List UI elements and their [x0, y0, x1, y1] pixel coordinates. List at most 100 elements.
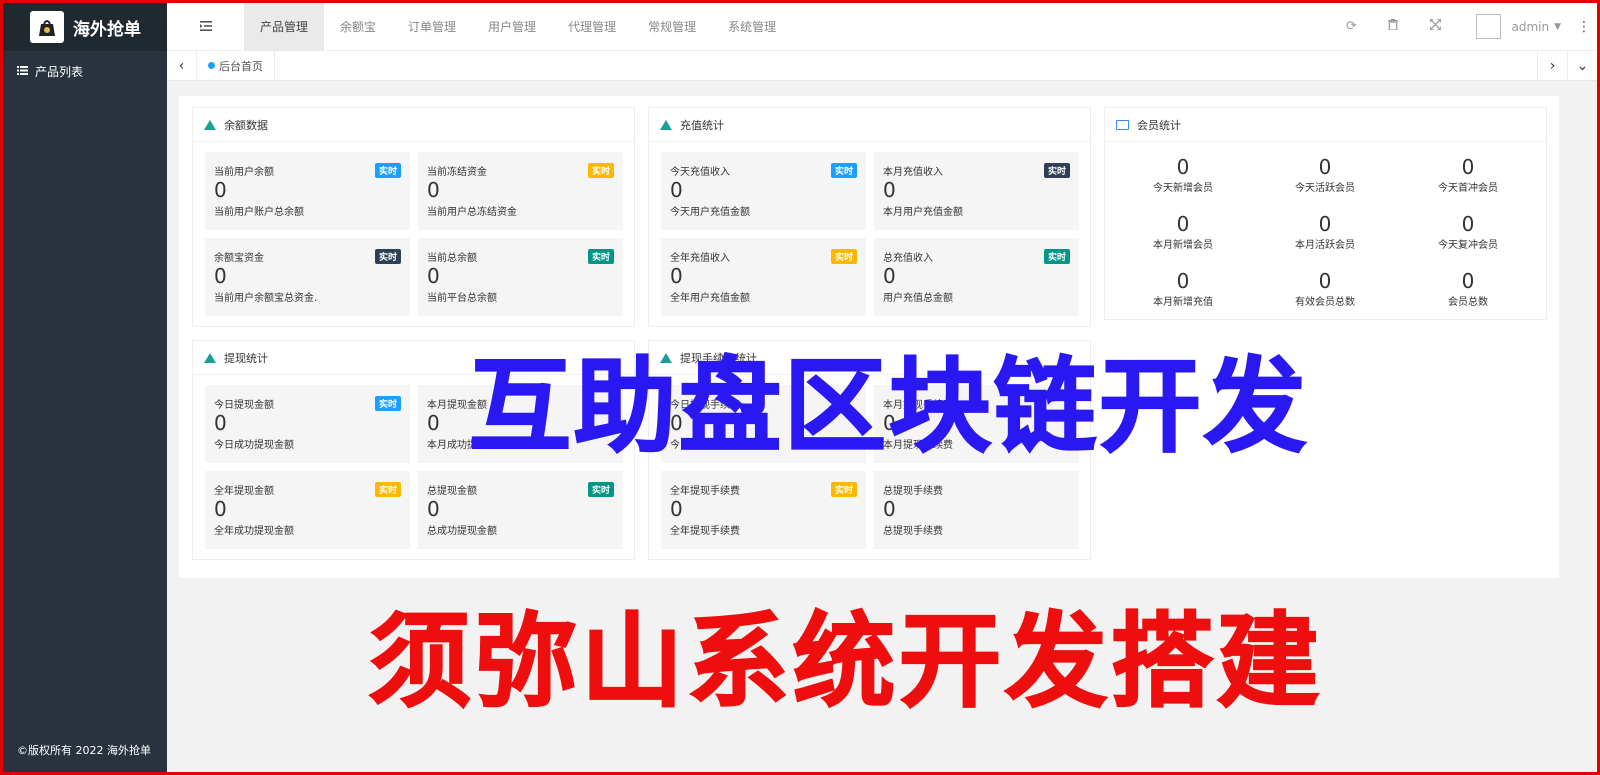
tab-scroll-right-icon[interactable]: › [1537, 50, 1567, 81]
member-stat: 0 本月新增充值 [1113, 270, 1253, 308]
card-title: 充值统计 [680, 118, 724, 132]
username[interactable]: admin [1511, 20, 1549, 34]
avatar[interactable] [1476, 14, 1502, 39]
stat-title: 本月充值收入 [883, 167, 943, 178]
nav-product[interactable]: 产品管理 [244, 2, 325, 51]
realtime-badge: 实时 [1043, 249, 1070, 264]
overlay-text-red: 须弥山系统开发搭建 [368, 603, 1323, 722]
stat-desc: 当前用户账户总余额 [214, 207, 304, 218]
member-value: 0 [1461, 269, 1475, 293]
stat-value: 0 [670, 264, 683, 288]
warning-icon [660, 119, 672, 130]
member-label: 本月新增充值 [1153, 297, 1213, 308]
member-stat: 0 今天新增会员 [1113, 156, 1253, 194]
warning-icon [204, 352, 216, 363]
stat-desc: 全年用户充值金额 [670, 293, 750, 304]
refresh-icon[interactable]: ⟳ [1330, 19, 1372, 34]
sidebar-item-product-list[interactable]: 产品列表 [3, 51, 167, 91]
realtime-badge: 实时 [374, 163, 401, 178]
member-value: 0 [1318, 155, 1332, 179]
stat-title: 全年提现手续费 [670, 486, 740, 497]
card-title: 余额数据 [224, 118, 268, 132]
header-tools: ⟳ admin ▼ ⋮ [1330, 3, 1597, 51]
member-stat: 0 本月活跃会员 [1255, 213, 1395, 251]
member-value: 0 [1318, 212, 1332, 236]
member-value: 0 [1318, 269, 1332, 293]
nav-agents[interactable]: 代理管理 [552, 3, 632, 51]
stat-value: 0 [214, 411, 227, 435]
active-dot-icon [208, 62, 215, 69]
member-label: 有效会员总数 [1295, 297, 1355, 308]
stat-title: 今天充值收入 [670, 167, 730, 178]
realtime-badge: 实时 [830, 163, 857, 178]
stat-desc: 总提现手续费 [883, 526, 943, 537]
stat-item: 实时 全年提现金额 0 全年成功提现金额 [205, 471, 410, 549]
stat-value: 0 [214, 264, 227, 288]
stat-item: 总提现手续费 0 总提现手续费 [874, 471, 1079, 549]
member-label: 今天复冲会员 [1438, 240, 1498, 251]
stat-item: 实时 总提现金额 0 总成功提现金额 [418, 471, 623, 549]
stat-title: 当前总余额 [427, 253, 477, 264]
member-label: 本月活跃会员 [1295, 240, 1355, 251]
chevron-down-icon[interactable]: ▼ [1554, 22, 1561, 32]
fullscreen-icon[interactable] [1414, 18, 1456, 34]
member-stat: 0 今天首冲会员 [1398, 156, 1538, 194]
nav-system[interactable]: 系统管理 [712, 3, 792, 51]
realtime-badge: 实时 [587, 482, 614, 497]
stat-desc: 当前用户总冻结资金 [427, 207, 517, 218]
stat-desc: 本月用户充值金额 [883, 207, 963, 218]
stat-value: 0 [670, 497, 683, 521]
stat-desc: 今日成功提现金额 [214, 440, 294, 451]
stat-value: 0 [427, 178, 440, 202]
menu-toggle-icon[interactable] [167, 19, 244, 35]
realtime-badge: 实时 [587, 163, 614, 178]
nav-yuebao[interactable]: 余额宝 [324, 3, 392, 51]
sidebar: 海外抢单 产品列表 ©版权所有 2022 海外抢单 [3, 3, 167, 772]
stat-desc: 用户充值总金额 [883, 293, 953, 304]
logo[interactable]: 海外抢单 [3, 3, 167, 51]
member-value: 0 [1176, 155, 1190, 179]
stat-item: 实时 本月充值收入 0 本月用户充值金额 [874, 152, 1079, 230]
member-stat: 0 今天复冲会员 [1398, 213, 1538, 251]
tab-label: 后台首页 [219, 59, 263, 73]
bag-logo-icon [30, 11, 64, 43]
stat-value: 0 [670, 178, 683, 202]
stat-desc: 今天用户充值金额 [670, 207, 750, 218]
balance-card: 余额数据 实时 当前用户余额 0 当前用户账户总余额 实时 当前冻结资金 0 当前用户总冻结… [192, 107, 635, 327]
tab-home[interactable]: 后台首页 [197, 50, 275, 81]
stat-title: 当前冻结资金 [427, 167, 487, 178]
realtime-badge: 实时 [587, 249, 614, 264]
credit-card-icon [1116, 119, 1129, 130]
dashboard-panel: 余额数据 实时 当前用户余额 0 当前用户账户总余额 实时 当前冻结资金 0 当前用户总冻结… [179, 96, 1559, 578]
nav-general[interactable]: 常规管理 [632, 3, 712, 51]
stat-value: 0 [883, 497, 896, 521]
card-title: 会员统计 [1137, 118, 1181, 132]
stat-title: 总充值收入 [883, 253, 933, 264]
stat-title: 今日提现金额 [214, 400, 274, 411]
card-title: 提现统计 [224, 351, 268, 365]
more-vertical-icon[interactable]: ⋮ [1577, 19, 1591, 35]
stat-item: 实时 今天充值收入 0 今天用户充值金额 [661, 152, 866, 230]
nav-orders[interactable]: 订单管理 [392, 3, 472, 51]
tab-scroll-left-icon[interactable]: ‹ [167, 50, 197, 81]
member-label: 今天新增会员 [1153, 183, 1213, 194]
tab-menu-chevron-icon[interactable]: ⌄ [1567, 50, 1597, 81]
trash-icon[interactable] [1372, 19, 1414, 34]
member-value: 0 [1461, 212, 1475, 236]
stat-title: 全年充值收入 [670, 253, 730, 264]
member-label: 会员总数 [1448, 297, 1488, 308]
stat-title: 总提现金额 [427, 486, 477, 497]
member-label: 今天首冲会员 [1438, 183, 1498, 194]
stat-item: 实时 余额宝资金 0 当前用户余额宝总资金. [205, 238, 410, 316]
stat-desc: 当前用户余额宝总资金. [214, 293, 318, 304]
member-value: 0 [1176, 269, 1190, 293]
stat-title: 全年提现金额 [214, 486, 274, 497]
member-label: 本月新增会员 [1153, 240, 1213, 251]
stat-title: 总提现手续费 [883, 486, 943, 497]
stat-desc: 全年成功提现金额 [214, 526, 294, 537]
copyright: ©版权所有 2022 海外抢单 [17, 744, 151, 757]
nav-users[interactable]: 用户管理 [472, 3, 552, 51]
realtime-badge: 实时 [830, 482, 857, 497]
member-stat: 0 今天活跃会员 [1255, 156, 1395, 194]
stat-item: 实时 当前总余额 0 当前平台总余额 [418, 238, 623, 316]
